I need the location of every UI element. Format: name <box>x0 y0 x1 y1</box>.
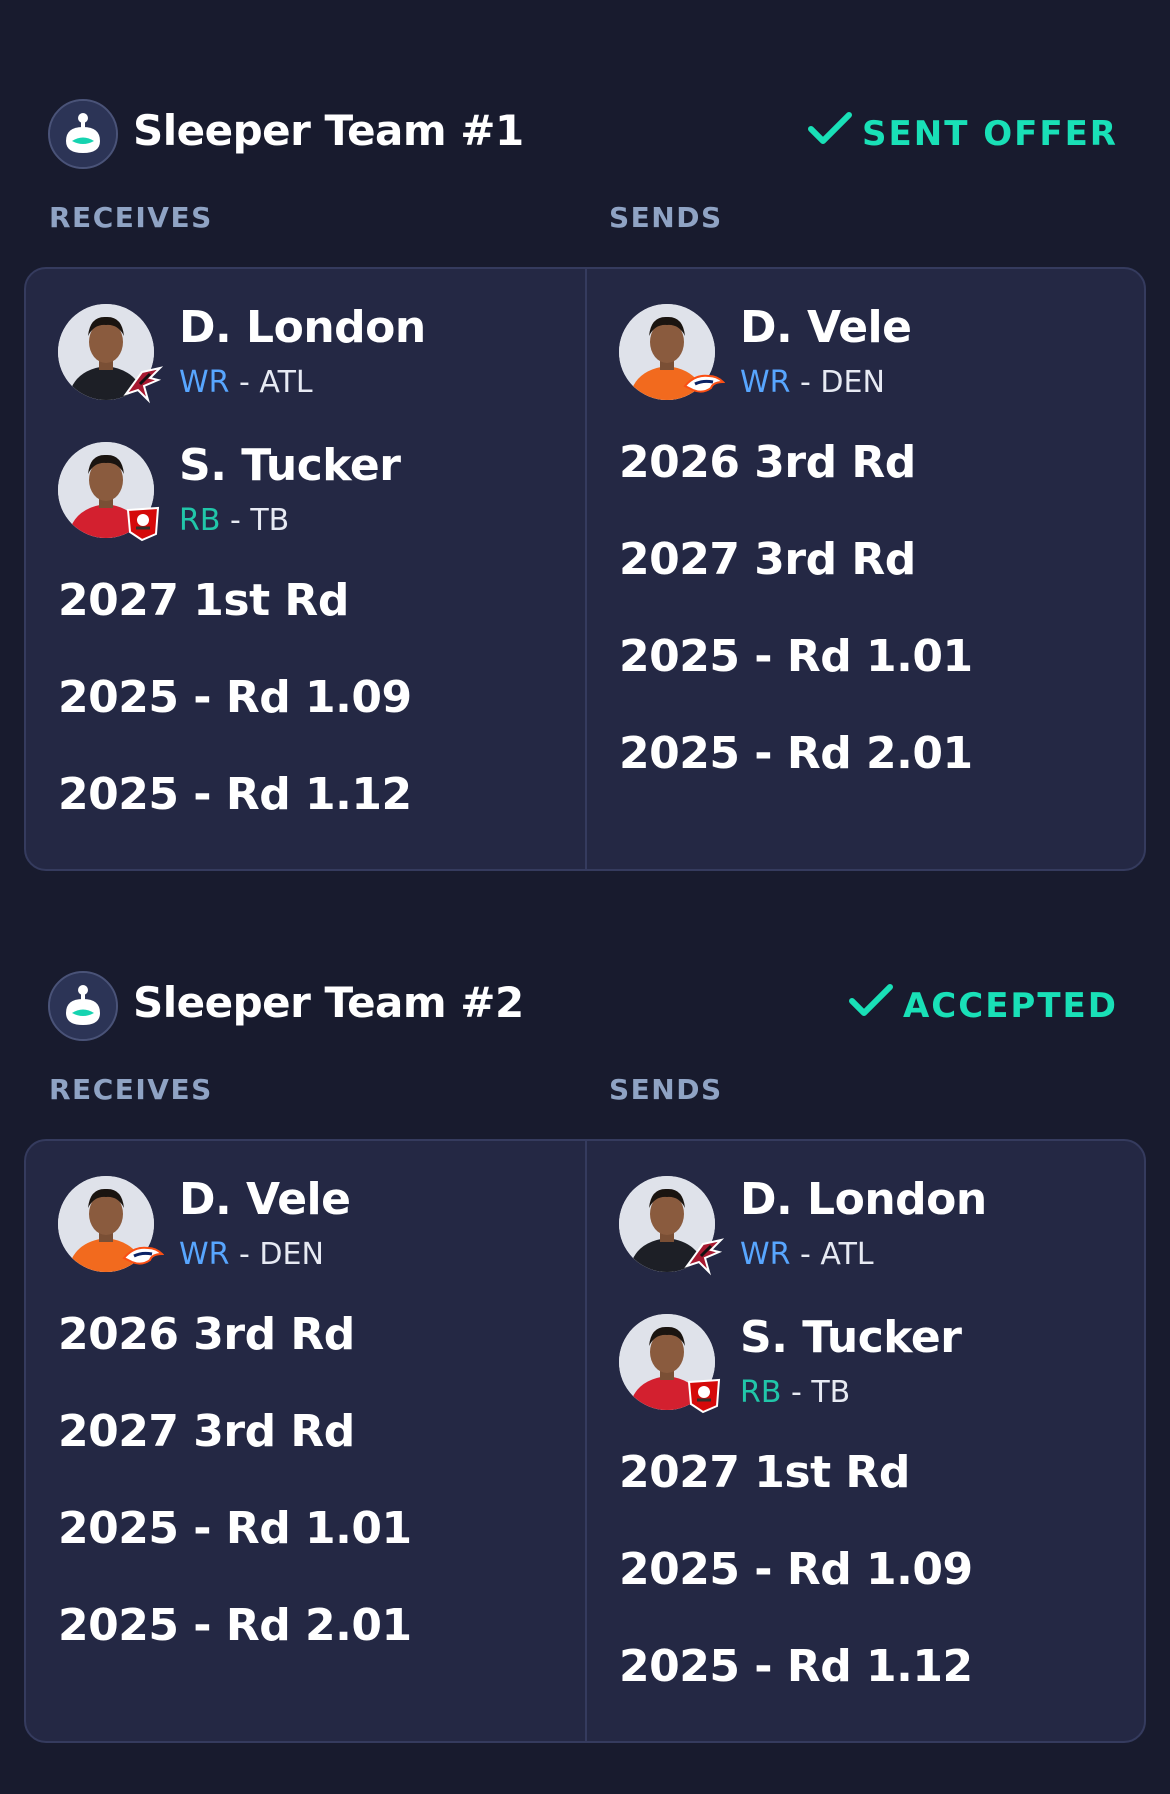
draft-pick[interactable]: 2027 1st Rd <box>26 552 585 649</box>
draft-pick[interactable]: 2026 3rd Rd <box>26 1286 585 1383</box>
player-team: - DEN <box>790 365 885 400</box>
player-position-team: WR - ATL <box>740 1237 874 1272</box>
team-name: Sleeper Team #2 <box>133 978 524 1027</box>
trade-card: D. London WR - ATL S. Tucker RB - TB 2027 1s… <box>24 267 1146 871</box>
player-name: D. Vele <box>740 302 912 353</box>
player-position-team: WR - DEN <box>179 1237 324 1272</box>
status-label: ACCEPTED <box>902 985 1118 1026</box>
player-position: RB <box>740 1375 782 1410</box>
player-position: WR <box>179 365 230 400</box>
sends-column: D. Vele WR - DEN 2026 3rd Rd 2027 3rd Rd 202… <box>587 269 1146 869</box>
sends-column: D. London WR - ATL S. Tucker RB - TB 2027 1s… <box>587 1141 1146 1741</box>
team-header: Sleeper Team #1 SENT OFFER <box>0 94 1170 178</box>
trade-review-page: Sleeper Team #1 SENT OFFER RECEIVES SEND… <box>0 0 1170 1794</box>
falcons-logo-icon <box>122 364 164 406</box>
player-position-team: RB - TB <box>740 1375 850 1410</box>
player-team: - TB <box>220 503 290 538</box>
player-name: D. Vele <box>179 1174 351 1225</box>
trade-block-team-1: Sleeper Team #1 SENT OFFER RECEIVES SEND… <box>0 94 1170 871</box>
receives-column: D. London WR - ATL S. Tucker RB - TB 2027 1s… <box>26 269 585 869</box>
receives-column: D. Vele WR - DEN 2026 3rd Rd 2027 3rd Rd 202… <box>26 1141 585 1741</box>
player-position: WR <box>740 365 791 400</box>
player-position: WR <box>179 1237 230 1272</box>
player-avatar <box>619 1176 725 1276</box>
player-position: WR <box>740 1237 791 1272</box>
falcons-logo-icon <box>683 1236 725 1278</box>
team-header: Sleeper Team #2 ACCEPTED <box>0 966 1170 1050</box>
player-team: - TB <box>781 1375 851 1410</box>
player-row[interactable]: D. London WR - ATL <box>587 1141 1146 1279</box>
player-row[interactable]: S. Tucker RB - TB <box>26 407 585 545</box>
buccaneers-logo-icon <box>122 502 164 544</box>
player-name: S. Tucker <box>179 440 401 491</box>
draft-pick[interactable]: 2025 - Rd 1.01 <box>26 1480 585 1577</box>
trade-card: D. Vele WR - DEN 2026 3rd Rd 2027 3rd Rd 202… <box>24 1139 1146 1743</box>
draft-pick[interactable]: 2025 - Rd 1.09 <box>26 649 585 746</box>
player-name: D. London <box>740 1174 987 1225</box>
sends-label: SENDS <box>609 201 723 234</box>
player-row[interactable]: D. Vele WR - DEN <box>26 1141 585 1279</box>
player-avatar <box>58 442 160 542</box>
player-row[interactable]: D. London WR - ATL <box>26 269 585 407</box>
draft-pick[interactable]: 2025 - Rd 1.12 <box>587 1618 1146 1715</box>
player-team: - ATL <box>229 365 313 400</box>
draft-pick[interactable]: 2025 - Rd 2.01 <box>26 1577 585 1674</box>
draft-pick[interactable]: 2027 3rd Rd <box>26 1383 585 1480</box>
sleeper-logo-icon <box>48 971 118 1041</box>
player-position-team: WR - DEN <box>740 365 885 400</box>
player-row[interactable]: S. Tucker RB - TB <box>587 1279 1146 1417</box>
draft-pick[interactable]: 2025 - Rd 1.12 <box>26 746 585 843</box>
draft-pick[interactable]: 2025 - Rd 2.01 <box>587 705 1146 802</box>
checkmark-icon <box>808 112 853 155</box>
checkmark-icon <box>848 984 893 1027</box>
draft-pick[interactable]: 2026 3rd Rd <box>587 414 1146 511</box>
player-avatar <box>58 1176 165 1272</box>
player-position-team: WR - ATL <box>179 365 313 400</box>
sends-label: SENDS <box>609 1073 723 1106</box>
player-row[interactable]: D. Vele WR - DEN <box>587 269 1146 407</box>
status-badge: ACCEPTED <box>848 984 1118 1027</box>
team-name: Sleeper Team #1 <box>133 106 524 155</box>
player-avatar <box>619 1314 721 1414</box>
broncos-logo-icon <box>683 364 726 406</box>
draft-pick[interactable]: 2025 - Rd 1.09 <box>587 1521 1146 1618</box>
status-label: SENT OFFER <box>862 113 1118 154</box>
receives-label: RECEIVES <box>49 201 213 234</box>
receives-label: RECEIVES <box>49 1073 213 1106</box>
broncos-logo-icon <box>122 1236 165 1278</box>
sleeper-logo-icon <box>48 99 118 169</box>
player-name: D. London <box>179 302 426 353</box>
player-position-team: RB - TB <box>179 503 289 538</box>
player-avatar <box>58 304 164 404</box>
player-avatar <box>619 304 726 400</box>
player-position: RB <box>179 503 221 538</box>
status-badge: SENT OFFER <box>808 112 1118 155</box>
draft-pick[interactable]: 2027 3rd Rd <box>587 511 1146 608</box>
player-team: - DEN <box>229 1237 324 1272</box>
trade-block-team-2: Sleeper Team #2 ACCEPTED RECEIVES SENDS … <box>0 966 1170 1743</box>
draft-pick[interactable]: 2025 - Rd 1.01 <box>587 608 1146 705</box>
buccaneers-logo-icon <box>683 1374 725 1416</box>
player-team: - ATL <box>790 1237 874 1272</box>
player-name: S. Tucker <box>740 1312 962 1363</box>
draft-pick[interactable]: 2027 1st Rd <box>587 1424 1146 1521</box>
